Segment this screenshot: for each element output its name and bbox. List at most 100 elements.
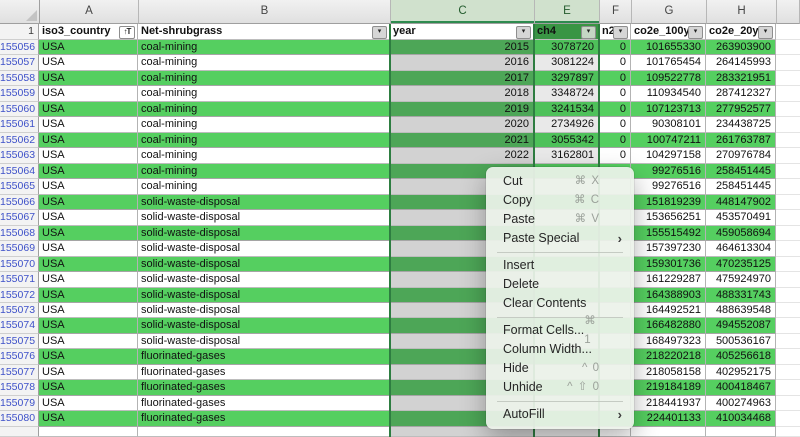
row-header-155070[interactable]: 155070 [0, 257, 39, 272]
cell[interactable]: USA [39, 241, 138, 256]
cell[interactable]: 410034468 [706, 411, 776, 426]
cell[interactable]: 0 [599, 133, 631, 148]
cell[interactable] [39, 427, 138, 437]
cell[interactable]: 159301736 [631, 257, 706, 272]
column-letter-b[interactable]: B [139, 0, 391, 24]
cell[interactable]: 2019 [390, 102, 534, 117]
cell[interactable]: 475924970 [706, 272, 776, 287]
context-menu-item-cut[interactable]: Cut⌘ X [486, 172, 634, 191]
cell[interactable]: coal-mining [138, 148, 390, 163]
cell[interactable]: USA [39, 380, 138, 395]
cell[interactable]: 500536167 [706, 334, 776, 349]
cell[interactable]: USA [39, 318, 138, 333]
cell[interactable]: 402952175 [706, 365, 776, 380]
cell[interactable]: 218441937 [631, 396, 706, 411]
cell[interactable]: 224401133 [631, 411, 706, 426]
field-header-ch4[interactable]: ch4▾ [534, 24, 599, 40]
cell[interactable]: coal-mining [138, 71, 390, 86]
cell[interactable]: 0 [599, 71, 631, 86]
cell[interactable]: 270976784 [706, 148, 776, 163]
cell[interactable]: 110934540 [631, 86, 706, 101]
filter-sort-icon[interactable]: ↑T [119, 26, 135, 39]
cell[interactable]: solid-waste-disposal [138, 303, 390, 318]
cell[interactable]: 99276516 [631, 164, 706, 179]
cell[interactable]: solid-waste-disposal [138, 241, 390, 256]
cell[interactable]: 0 [599, 55, 631, 70]
row-header-155079[interactable]: 155079 [0, 396, 39, 411]
row-header-155061[interactable]: 155061 [0, 117, 39, 132]
cell[interactable]: 157397230 [631, 241, 706, 256]
row-header-155056[interactable]: 155056 [0, 40, 39, 55]
cell[interactable]: solid-waste-disposal [138, 318, 390, 333]
cell[interactable]: 494552087 [706, 318, 776, 333]
row-header-155064[interactable]: 155064 [0, 164, 39, 179]
cell[interactable]: fluorinated-gases [138, 411, 390, 426]
field-header-co2e_100yr[interactable]: co2e_100yr▾ [631, 24, 706, 40]
cell[interactable]: 101655330 [631, 40, 706, 55]
cell[interactable]: 218058158 [631, 365, 706, 380]
filter-dropdown-icon[interactable]: ▾ [581, 26, 596, 39]
cell[interactable]: coal-mining [138, 117, 390, 132]
cell[interactable]: 101765454 [631, 55, 706, 70]
cell[interactable]: USA [39, 288, 138, 303]
row-header-155059[interactable]: 155059 [0, 86, 39, 101]
column-letter-f[interactable]: F [600, 0, 632, 24]
row-header-155058[interactable]: 155058 [0, 71, 39, 86]
context-menu-item-column-width[interactable]: Column Width... [486, 340, 634, 359]
cell[interactable]: coal-mining [138, 164, 390, 179]
cell[interactable]: USA [39, 179, 138, 194]
cell[interactable]: USA [39, 210, 138, 225]
cell[interactable]: solid-waste-disposal [138, 195, 390, 210]
row-header-155076[interactable]: 155076 [0, 349, 39, 364]
cell[interactable]: solid-waste-disposal [138, 210, 390, 225]
cell[interactable]: 104297158 [631, 148, 706, 163]
cell[interactable]: 3241534 [534, 102, 599, 117]
context-menu-item-insert[interactable]: Insert [486, 256, 634, 275]
cell[interactable]: 218220218 [631, 349, 706, 364]
cell[interactable]: 2017 [390, 71, 534, 86]
cell[interactable]: 2020 [390, 117, 534, 132]
cell[interactable]: fluorinated-gases [138, 349, 390, 364]
cell[interactable]: 0 [599, 102, 631, 117]
cell[interactable]: 151819239 [631, 195, 706, 210]
context-menu-item-paste-special[interactable]: Paste Special› [486, 229, 634, 248]
cell[interactable]: USA [39, 272, 138, 287]
context-menu-item-unhide[interactable]: Unhide^ ⇧ 0 [486, 378, 634, 397]
cell[interactable]: 109522778 [631, 71, 706, 86]
cell[interactable]: 405256618 [706, 349, 776, 364]
cell[interactable]: coal-mining [138, 179, 390, 194]
context-menu-item-hide[interactable]: Hide^ 0 [486, 359, 634, 378]
cell[interactable]: 3055342 [534, 133, 599, 148]
cell[interactable]: USA [39, 117, 138, 132]
row-header-155066[interactable]: 155066 [0, 195, 39, 210]
cell[interactable]: fluorinated-gases [138, 365, 390, 380]
cell[interactable] [706, 427, 776, 437]
cell[interactable]: 3348724 [534, 86, 599, 101]
cell[interactable]: USA [39, 71, 138, 86]
cell[interactable]: 3297897 [534, 71, 599, 86]
cell[interactable]: 258451445 [706, 164, 776, 179]
row-header-155062[interactable]: 155062 [0, 133, 39, 148]
column-letter-c[interactable]: C [391, 0, 535, 24]
cell[interactable]: 400418467 [706, 380, 776, 395]
field-header-iso3_country[interactable]: iso3_country↑T [39, 24, 138, 40]
cell[interactable]: 2016 [390, 55, 534, 70]
cell[interactable]: USA [39, 303, 138, 318]
cell[interactable]: 99276516 [631, 179, 706, 194]
cell[interactable]: solid-waste-disposal [138, 334, 390, 349]
row-header-155065[interactable]: 155065 [0, 179, 39, 194]
cell[interactable]: USA [39, 334, 138, 349]
cell[interactable]: 153656251 [631, 210, 706, 225]
cell[interactable]: 448147902 [706, 195, 776, 210]
cell[interactable]: 3162801 [534, 148, 599, 163]
row-header-1[interactable]: 1 [0, 24, 39, 40]
cell[interactable]: fluorinated-gases [138, 380, 390, 395]
column-letter-a[interactable]: A [40, 0, 139, 24]
select-all-corner[interactable] [0, 0, 40, 24]
row-header-partial[interactable] [0, 427, 39, 437]
cell[interactable]: USA [39, 55, 138, 70]
cell[interactable]: USA [39, 40, 138, 55]
cell[interactable]: 3078720 [534, 40, 599, 55]
cell[interactable]: 2018 [390, 86, 534, 101]
filter-dropdown-icon[interactable]: ▾ [372, 26, 387, 39]
